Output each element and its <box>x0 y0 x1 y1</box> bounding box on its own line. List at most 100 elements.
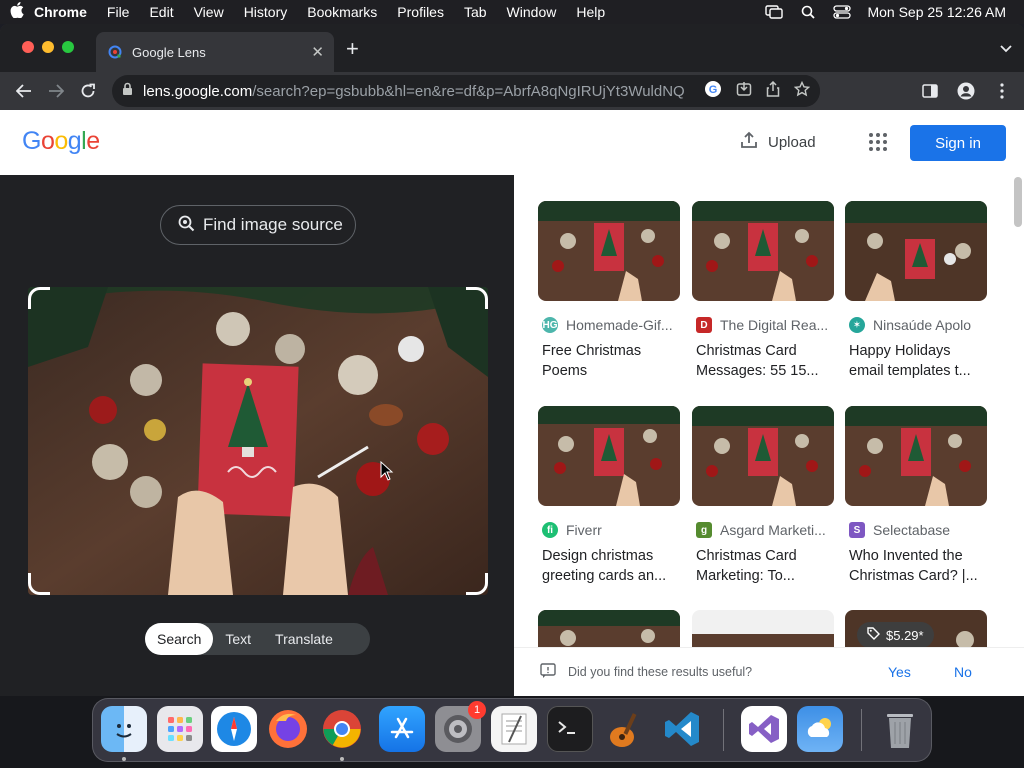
crop-corner-bottom-left[interactable] <box>28 573 50 595</box>
source-favicon-icon: D <box>696 317 712 333</box>
tab-search-chevron-icon[interactable] <box>1000 40 1012 58</box>
result-title[interactable]: Design christmas greeting cards an... <box>538 546 680 586</box>
tab-title: Google Lens <box>132 44 206 60</box>
menu-profiles[interactable]: Profiles <box>397 4 444 20</box>
trash-icon[interactable] <box>877 706 923 752</box>
menubar-clock[interactable]: Mon Sep 25 12:26 AM <box>867 4 1006 20</box>
system-settings-icon[interactable]: 1 <box>435 701 486 752</box>
result-source[interactable]: fi Fiverr <box>538 522 680 538</box>
install-app-icon[interactable] <box>736 81 752 101</box>
sign-in-button[interactable]: Sign in <box>910 125 1006 161</box>
menu-view[interactable]: View <box>194 4 224 20</box>
menu-tab[interactable]: Tab <box>464 4 487 20</box>
side-panel-icon[interactable] <box>914 75 946 107</box>
mode-text[interactable]: Text <box>213 623 263 655</box>
result-card[interactable]: D The Digital Rea... Christmas Card Mess… <box>692 201 834 381</box>
query-image[interactable] <box>28 287 488 595</box>
dock-separator <box>861 709 862 751</box>
results-panel: HG Homemade-Gif... Free Christmas Poems … <box>514 175 1024 696</box>
result-thumbnail[interactable] <box>538 406 680 506</box>
mouse-cursor-icon <box>380 461 394 481</box>
menu-app-name[interactable]: Chrome <box>34 4 87 20</box>
menu-file[interactable]: File <box>107 4 130 20</box>
back-arrow-icon[interactable] <box>8 75 40 107</box>
result-title[interactable]: Christmas Card Messages: 55 15... <box>692 341 834 381</box>
share-icon[interactable] <box>766 80 780 101</box>
safari-icon[interactable] <box>211 706 257 752</box>
result-card[interactable]: fi Fiverr Design christmas greeting card… <box>538 406 680 586</box>
feedback-yes-button[interactable]: Yes <box>888 664 911 680</box>
result-thumbnail[interactable] <box>692 406 834 506</box>
tab-close-icon[interactable]: ✕ <box>311 43 324 61</box>
finder-icon[interactable] <box>101 706 147 752</box>
app-store-icon[interactable] <box>379 706 425 752</box>
crop-corner-top-left[interactable] <box>28 287 50 309</box>
menu-history[interactable]: History <box>244 4 288 20</box>
result-thumbnail[interactable] <box>538 201 680 301</box>
new-tab-icon[interactable]: + <box>346 38 359 60</box>
screen-mirroring-icon[interactable] <box>765 5 784 19</box>
chrome-running-indicator <box>340 757 344 761</box>
weather-icon[interactable] <box>797 706 843 752</box>
mode-search[interactable]: Search <box>145 623 214 655</box>
tab-google-lens[interactable]: Google Lens ✕ <box>96 32 334 72</box>
control-center-icon[interactable] <box>833 5 852 19</box>
reload-icon[interactable] <box>72 75 104 107</box>
more-vert-icon[interactable] <box>986 75 1018 107</box>
apple-menu-icon[interactable] <box>0 2 34 22</box>
menu-bookmarks[interactable]: Bookmarks <box>307 4 377 20</box>
result-source[interactable]: ✶ Ninsaúde Apolo <box>845 317 987 333</box>
address-bar[interactable]: lens.google.com/search?ep=gsbubb&hl=en&r… <box>112 75 820 107</box>
google-logo[interactable]: Google <box>22 127 100 156</box>
result-title[interactable]: Christmas Card Marketing: To... <box>692 546 834 586</box>
source-favicon-icon: g <box>696 522 712 538</box>
upload-button[interactable]: Upload <box>740 131 816 153</box>
price-chip[interactable]: $5.29* <box>857 622 934 648</box>
chrome-icon[interactable] <box>319 706 365 752</box>
menu-edit[interactable]: Edit <box>149 4 173 20</box>
zoom-window-button[interactable] <box>62 41 74 53</box>
bookmark-star-icon[interactable] <box>793 80 811 101</box>
result-source[interactable]: D The Digital Rea... <box>692 317 834 333</box>
google-account-icon[interactable]: G <box>704 80 722 102</box>
crop-corner-top-right[interactable] <box>466 287 488 309</box>
textedit-icon[interactable] <box>491 706 537 752</box>
minimize-window-button[interactable] <box>42 41 54 53</box>
forward-arrow-icon[interactable] <box>40 75 72 107</box>
find-image-source-button[interactable]: Find image source <box>160 205 356 245</box>
menubar: Chrome File Edit View History Bookmarks … <box>0 0 1024 24</box>
result-thumbnail[interactable] <box>845 406 987 506</box>
lens-header: Google Upload Sign in <box>0 110 1024 176</box>
result-title[interactable]: Free Christmas Poems <box>538 341 680 381</box>
google-apps-icon[interactable] <box>868 132 888 152</box>
result-card[interactable]: S Selectabase Who Invented the Christmas… <box>845 406 987 586</box>
result-source[interactable]: S Selectabase <box>845 522 987 538</box>
result-card[interactable]: HG Homemade-Gif... Free Christmas Poems <box>538 201 680 381</box>
garageband-icon[interactable] <box>603 706 649 752</box>
menu-help[interactable]: Help <box>576 4 605 20</box>
menu-window[interactable]: Window <box>507 4 557 20</box>
visual-studio-icon[interactable] <box>741 706 787 752</box>
spotlight-search-icon[interactable] <box>799 5 817 19</box>
result-source[interactable]: HG Homemade-Gif... <box>538 317 680 333</box>
feedback-no-button[interactable]: No <box>954 664 972 680</box>
result-thumbnail[interactable] <box>692 201 834 301</box>
close-window-button[interactable] <box>22 41 34 53</box>
profile-avatar-icon[interactable] <box>950 75 982 107</box>
result-card[interactable]: ✶ Ninsaúde Apolo Happy Holidays email te… <box>845 201 987 381</box>
results-scrollbar[interactable] <box>1014 177 1022 227</box>
browser-window: Google Lens ✕ + lens.google.com/search?e… <box>0 24 1024 696</box>
tab-strip: Google Lens ✕ + <box>0 24 1024 72</box>
result-card[interactable]: g Asgard Marketi... Christmas Card Marke… <box>692 406 834 586</box>
result-thumbnail[interactable] <box>845 201 987 301</box>
mode-translate[interactable]: Translate <box>263 623 345 655</box>
vscode-icon[interactable] <box>659 706 705 752</box>
result-title[interactable]: Happy Holidays email templates t... <box>845 341 987 381</box>
terminal-icon[interactable] <box>547 706 593 752</box>
launchpad-icon[interactable] <box>157 706 203 752</box>
source-favicon-icon: HG <box>542 317 558 333</box>
result-title[interactable]: Who Invented the Christmas Card? |... <box>845 546 987 586</box>
lock-icon[interactable] <box>122 82 133 100</box>
firefox-icon[interactable] <box>265 706 311 752</box>
result-source[interactable]: g Asgard Marketi... <box>692 522 834 538</box>
